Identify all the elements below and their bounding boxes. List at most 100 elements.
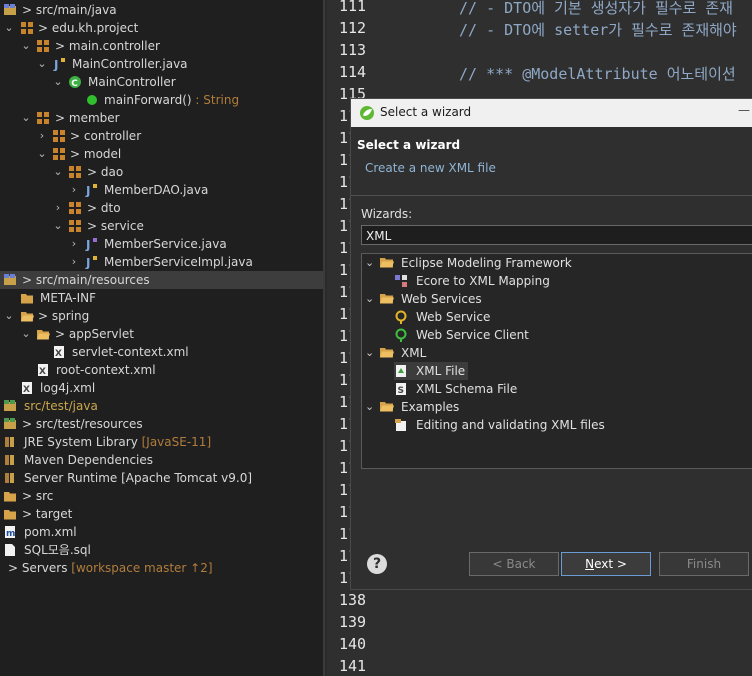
tree-item-memberserviceimpl-java[interactable]: › J MemberServiceImpl.java <box>0 253 325 271</box>
back-button[interactable]: < Back <box>469 552 559 576</box>
tree-item-sql-file[interactable]: SQL모음.sql <box>0 541 325 559</box>
java-file-icon: J <box>85 256 97 269</box>
tree-label: edu.kh.project <box>51 21 139 35</box>
tree-item-meta-inf[interactable]: META-INF <box>0 289 325 307</box>
chevron-right-icon[interactable]: › <box>52 199 64 217</box>
tree-item-member[interactable]: ⌄ > member <box>0 109 325 127</box>
wizard-header: Select a wizard Create a new XML file <box>351 127 752 196</box>
package-icon <box>69 166 81 178</box>
source-folder-icon <box>4 400 16 411</box>
chevron-down-icon[interactable]: ⌄ <box>20 37 32 55</box>
tree-label: META-INF <box>40 291 97 305</box>
chevron-down-icon[interactable]: ⌄ <box>365 398 377 416</box>
line-number: 113 <box>339 41 367 59</box>
tree-item-controller[interactable]: › > controller <box>0 127 325 145</box>
tree-item-servlet-context-xml[interactable]: X servlet-context.xml <box>0 343 325 361</box>
tree-item-edu-kh-project[interactable]: ⌄ > edu.kh.project <box>0 19 325 37</box>
minimize-icon[interactable]: — <box>738 103 750 117</box>
svg-text:C: C <box>71 79 78 89</box>
wizard-header-subtitle: Create a new XML file <box>365 161 496 175</box>
tree-label: MemberService.java <box>104 237 227 251</box>
tree-label: src/main/java <box>35 3 117 17</box>
tree-label: SQL모음.sql <box>24 543 91 557</box>
tree-item-jre-system-library[interactable]: JRE System Library [JavaSE-11] <box>0 433 325 451</box>
chevron-down-icon[interactable]: ⌄ <box>365 344 377 362</box>
tree-item-memberdao-java[interactable]: › J MemberDAO.java <box>0 181 325 199</box>
svg-text:X: X <box>39 367 46 377</box>
tree-item-maincontroller-class[interactable]: ⌄ C MainController <box>0 73 325 91</box>
chevron-down-icon[interactable]: ⌄ <box>3 307 15 325</box>
folder-icon <box>4 510 16 520</box>
chevron-right-icon[interactable]: › <box>36 127 48 145</box>
line-number: 111 <box>339 0 367 15</box>
tree-label: spring <box>51 309 90 323</box>
folder-open-icon <box>380 348 394 358</box>
chevron-down-icon[interactable]: ⌄ <box>36 145 48 163</box>
wizard-filter-input[interactable]: XML <box>361 225 752 245</box>
tree-label: appServlet <box>68 327 134 341</box>
tree-item-spring[interactable]: ⌄ > spring <box>0 307 325 325</box>
tree-label: src/test/resources <box>35 417 143 431</box>
chevron-down-icon[interactable]: ⌄ <box>52 73 64 91</box>
tree-item-model[interactable]: ⌄ > model <box>0 145 325 163</box>
tree-item-service[interactable]: ⌄ > service <box>0 217 325 235</box>
tree-label: log4j.xml <box>40 381 96 395</box>
tree-item-src-main-resources[interactable]: > src/main/resources <box>0 271 325 289</box>
folder-icon <box>21 294 33 304</box>
help-icon[interactable]: ? <box>367 554 387 574</box>
tree-item-main-controller[interactable]: ⌄ > main.controller <box>0 37 325 55</box>
source-folder-icon <box>4 4 16 15</box>
dialog-title-bar[interactable]: Select a wizard — <box>351 99 752 127</box>
source-folder-icon <box>4 418 16 429</box>
chevron-down-icon[interactable]: ⌄ <box>365 290 377 308</box>
tree-label: servlet-context.xml <box>72 345 189 359</box>
package-icon <box>37 112 49 124</box>
tree-item-server-runtime[interactable]: Server Runtime [Apache Tomcat v9.0] <box>0 469 325 487</box>
chevron-right-icon[interactable]: › <box>68 235 80 253</box>
tree-item-src-test-java[interactable]: src/test/java <box>0 397 325 415</box>
chevron-down-icon[interactable]: ⌄ <box>3 19 15 37</box>
wizard-xml-file[interactable]: XML File <box>394 362 468 380</box>
tree-item-maincontroller-java[interactable]: ⌄ J MainController.java <box>0 55 325 73</box>
chevron-down-icon[interactable]: ⌄ <box>36 55 48 73</box>
package-icon <box>53 130 65 142</box>
tree-item-dao[interactable]: ⌄ > dao <box>0 163 325 181</box>
tree-label: main.controller <box>68 39 160 53</box>
tree-item-mainforward-method[interactable]: mainForward() : String <box>0 91 325 109</box>
svg-text:J: J <box>85 184 90 197</box>
tree-item-src[interactable]: > src <box>0 487 325 505</box>
wizard-tree-label: Web Services <box>401 292 482 306</box>
tree-label: JRE System Library <box>24 435 138 449</box>
chevron-down-icon[interactable]: ⌄ <box>52 217 64 235</box>
tree-label: member <box>68 111 120 125</box>
finish-button[interactable]: Finish <box>659 552 749 576</box>
wizard-tree[interactable]: ⌄ Eclipse Modeling Framework Ecore to XM… <box>361 253 752 469</box>
select-wizard-dialog: Select a wizard — Select a wizard Create… <box>351 99 752 589</box>
code-comment-line: // - DTO에 기본 생성자가 필수로 존재 <box>459 0 733 17</box>
tree-item-target[interactable]: > target <box>0 505 325 523</box>
tree-item-maven-dependencies[interactable]: Maven Dependencies <box>0 451 325 469</box>
chevron-right-icon[interactable]: › <box>68 181 80 199</box>
chevron-down-icon[interactable]: ⌄ <box>365 254 377 272</box>
tree-item-log4j-xml[interactable]: X log4j.xml <box>0 379 325 397</box>
svg-text:X: X <box>23 385 30 395</box>
tree-label: src/main/resources <box>35 273 150 287</box>
tree-label: dto <box>100 201 121 215</box>
next-button[interactable]: Next > <box>561 552 651 576</box>
chevron-down-icon[interactable]: ⌄ <box>20 109 32 127</box>
tree-label: MemberDAO.java <box>104 183 209 197</box>
tree-item-dto[interactable]: › > dto <box>0 199 325 217</box>
tree-item-memberservice-java[interactable]: › J MemberService.java <box>0 235 325 253</box>
tree-item-appservlet[interactable]: ⌄ > appServlet <box>0 325 325 343</box>
tree-item-src-test-resources[interactable]: > src/test/resources <box>0 415 325 433</box>
chevron-right-icon[interactable]: › <box>68 253 80 271</box>
new-xml-file-icon <box>396 365 406 377</box>
tree-label: Servers <box>21 561 68 575</box>
tree-item-pom-xml[interactable]: m pom.xml <box>0 523 325 541</box>
tree-item-servers[interactable]: > Servers [workspace master ↑2] <box>0 559 325 577</box>
tree-item-root-context-xml[interactable]: X root-context.xml <box>0 361 325 379</box>
code-comment-line: // *** @ModelAttribute 어노테이션 <box>459 65 736 83</box>
chevron-down-icon[interactable]: ⌄ <box>20 325 32 343</box>
chevron-down-icon[interactable]: ⌄ <box>52 163 64 181</box>
tree-item-src-main-java[interactable]: > src/main/java <box>0 1 325 19</box>
